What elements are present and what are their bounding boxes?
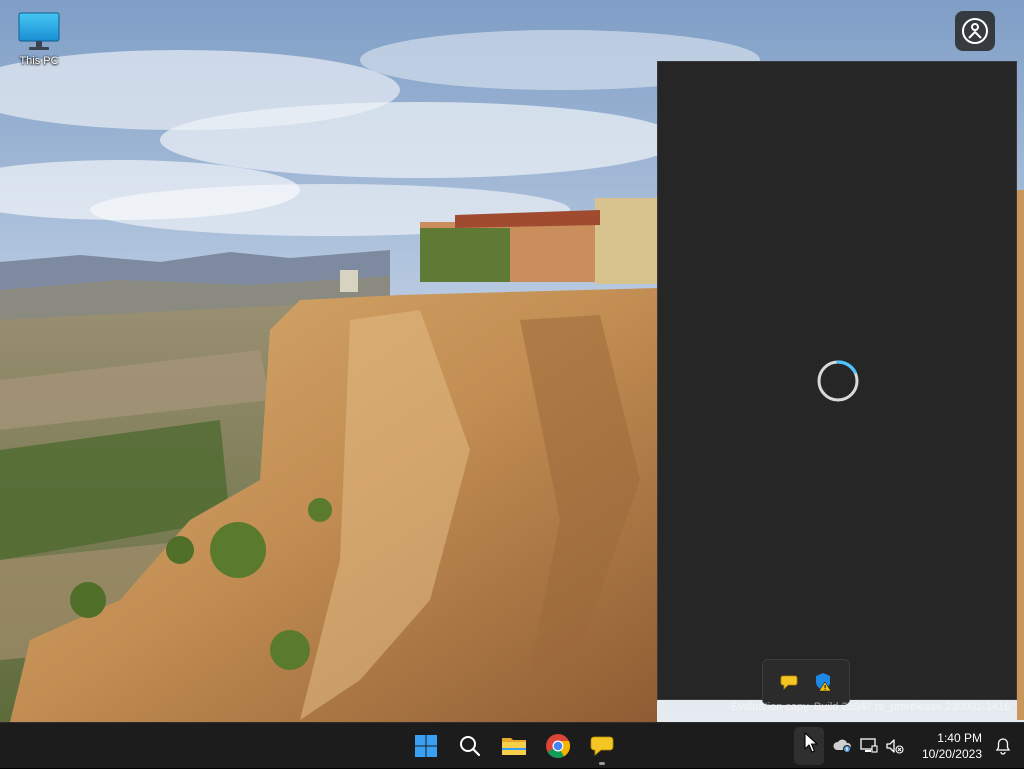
- taskbar-pinned-apps: [404, 723, 624, 769]
- onedrive-tray-button[interactable]: [830, 731, 856, 761]
- taskbar: 1:40 PM 10/20/2023: [0, 722, 1024, 768]
- chrome-button[interactable]: [536, 726, 580, 766]
- tray-overflow-menu: [762, 659, 850, 705]
- search-button[interactable]: [448, 726, 492, 766]
- clock-time: 1:40 PM: [937, 731, 982, 745]
- clock[interactable]: 1:40 PM 10/20/2023: [916, 730, 982, 762]
- tray-overflow-security-button[interactable]: [813, 671, 835, 693]
- feedback-hub-button[interactable]: [580, 726, 624, 766]
- notification-center-button[interactable]: [988, 731, 1018, 761]
- file-explorer-button[interactable]: [492, 726, 536, 766]
- tray-overflow-feedback-button[interactable]: [778, 671, 800, 693]
- volume-muted-icon: [886, 739, 904, 754]
- system-tray: 1:40 PM 10/20/2023: [794, 723, 1024, 769]
- network-tray-button[interactable]: [856, 731, 882, 761]
- desktop-icon-this-pc[interactable]: This PC: [10, 10, 68, 67]
- this-pc-icon: [17, 10, 61, 54]
- mouse-cursor-icon: [804, 732, 818, 753]
- start-button[interactable]: [404, 726, 448, 766]
- onedrive-icon: [833, 739, 852, 753]
- evaluation-watermark: Evaluation copy. Build 25947.rs_prerelea…: [731, 701, 1011, 713]
- folder-icon: [502, 738, 526, 755]
- chrome-icon: [546, 734, 571, 759]
- windows-security-warning-icon: [815, 673, 832, 692]
- network-icon: [860, 738, 878, 753]
- loading-spinner-icon: [817, 360, 859, 402]
- bell-icon: [995, 738, 1011, 755]
- clock-date: 10/20/2023: [921, 747, 982, 761]
- windows-logo-icon: [415, 735, 437, 757]
- accessibility-button[interactable]: [955, 11, 995, 51]
- volume-tray-button[interactable]: [882, 731, 908, 761]
- search-icon: [460, 736, 481, 757]
- chat-bubble-icon: [780, 675, 797, 690]
- accessibility-person-icon: [962, 18, 988, 44]
- chat-bubble-icon: [590, 736, 614, 756]
- desktop-icon-label: This PC: [19, 55, 59, 67]
- loading-flyout-panel: [657, 61, 1017, 700]
- running-indicator: [599, 762, 605, 765]
